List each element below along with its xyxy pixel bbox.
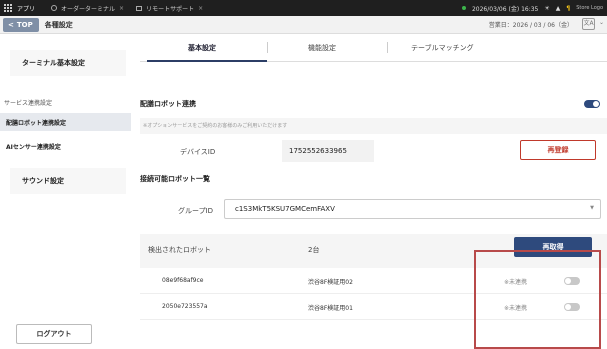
brightness-icon[interactable]: ☀ xyxy=(544,5,549,12)
tab-table-matching[interactable]: テーブルマッチング xyxy=(411,43,474,53)
business-date: 営業日：2026 / 03 / 06（金） xyxy=(488,22,573,29)
sidebar-item-label: AIセンサー連携設定 xyxy=(6,143,61,151)
chevron-down-icon[interactable]: ⌄ xyxy=(599,19,604,26)
highlight-box xyxy=(474,250,601,349)
sidebar-item-label: ターミナル基本設定 xyxy=(22,59,85,67)
tab-divider xyxy=(267,42,268,53)
robot-name: 渋谷8F検証用02 xyxy=(308,279,353,286)
tab-divider xyxy=(387,42,388,53)
group-id-value: c1S3MkT5KSU7GMCemFAXV xyxy=(235,205,335,213)
device-id-label: デバイスID xyxy=(180,148,216,156)
tab-label: オーダーターミナル xyxy=(61,5,116,13)
robot-id: 08e9f68af9ce xyxy=(162,277,204,284)
top-button[interactable]: < TOP xyxy=(3,17,39,32)
status-dot-icon xyxy=(461,6,466,10)
logout-button[interactable]: ログアウト xyxy=(16,324,92,344)
detected-robots-count: 2台 xyxy=(308,246,320,254)
sidebar: ターミナル基本設定 サービス連携設定 配膳ロボット連携設定 AIセンサー連携設定… xyxy=(0,34,131,349)
robot-name: 渋谷8F検証用01 xyxy=(308,305,353,312)
page-title: 各種設定 xyxy=(44,20,73,29)
tab-label: リモートサポート xyxy=(146,5,195,13)
sidebar-item-terminal-settings[interactable]: ターミナル基本設定 xyxy=(10,50,126,76)
sidebar-item-label: 配膳ロボット連携設定 xyxy=(6,119,67,127)
device-id-value: 1752552633965 xyxy=(282,140,374,162)
close-icon[interactable]: × xyxy=(119,5,124,12)
sidebar-item-ai-sensor[interactable]: AIセンサー連携設定 xyxy=(0,137,131,155)
wifi-icon[interactable]: ▲ xyxy=(556,5,561,12)
chevron-down-icon: ▼ xyxy=(590,205,594,211)
sidebar-item-sound-settings[interactable]: サウンド設定 xyxy=(10,168,126,194)
active-tab-indicator xyxy=(147,60,267,62)
tab-basic-settings[interactable]: 基本設定 xyxy=(188,43,216,53)
group-id-select[interactable]: c1S3MkT5KSU7GMCemFAXV ▼ xyxy=(224,199,601,219)
store-logo-icon: ¶ xyxy=(566,4,571,12)
tab-feature-settings[interactable]: 機能設定 xyxy=(308,43,336,53)
sidebar-item-label: サウンド設定 xyxy=(22,177,64,185)
reregister-button[interactable]: 再登録 xyxy=(520,140,596,160)
translate-icon[interactable]: 文A xyxy=(582,18,595,30)
apps-grid-icon[interactable] xyxy=(4,3,13,13)
system-bar: アプリ オーダーターミナル × リモートサポート × 2026/03/06 (金… xyxy=(0,0,607,16)
settings-tabs: 基本設定 機能設定 テーブルマッチング xyxy=(140,34,607,62)
datetime: 2026/03/06 (金) 16:35 xyxy=(471,5,539,13)
page-header: < TOP 各種設定 営業日：2026 / 03 / 06（金） 文A ⌄ xyxy=(0,16,607,34)
option-service-note: ※オプションサービスをご契約のお客様のみご利用いただけます xyxy=(140,118,607,134)
sidebar-section-service: サービス連携設定 xyxy=(4,100,53,107)
tab-remote-support[interactable]: リモートサポート × xyxy=(130,0,209,16)
chevron-left-icon: < xyxy=(8,20,14,29)
window-icon xyxy=(136,5,143,11)
app-label[interactable]: アプリ xyxy=(17,4,35,13)
group-id-label: グループID xyxy=(178,207,214,215)
robot-id: 2050e723557a xyxy=(162,303,208,310)
close-icon[interactable]: × xyxy=(198,5,203,12)
robot-link-title: 配膳ロボット連携 xyxy=(140,100,196,108)
robot-link-toggle[interactable] xyxy=(584,100,600,108)
tab-order-terminal[interactable]: オーダーターミナル × xyxy=(45,0,130,16)
detected-robots-label: 検出されたロボット xyxy=(148,246,211,254)
terminal-icon xyxy=(51,5,58,11)
connectable-robots-title: 接続可能ロボット一覧 xyxy=(140,175,210,183)
sidebar-item-robot-link[interactable]: 配膳ロボット連携設定 xyxy=(0,113,131,131)
store-logo-text: Store Logo xyxy=(576,5,603,11)
top-button-label: TOP xyxy=(16,20,33,29)
